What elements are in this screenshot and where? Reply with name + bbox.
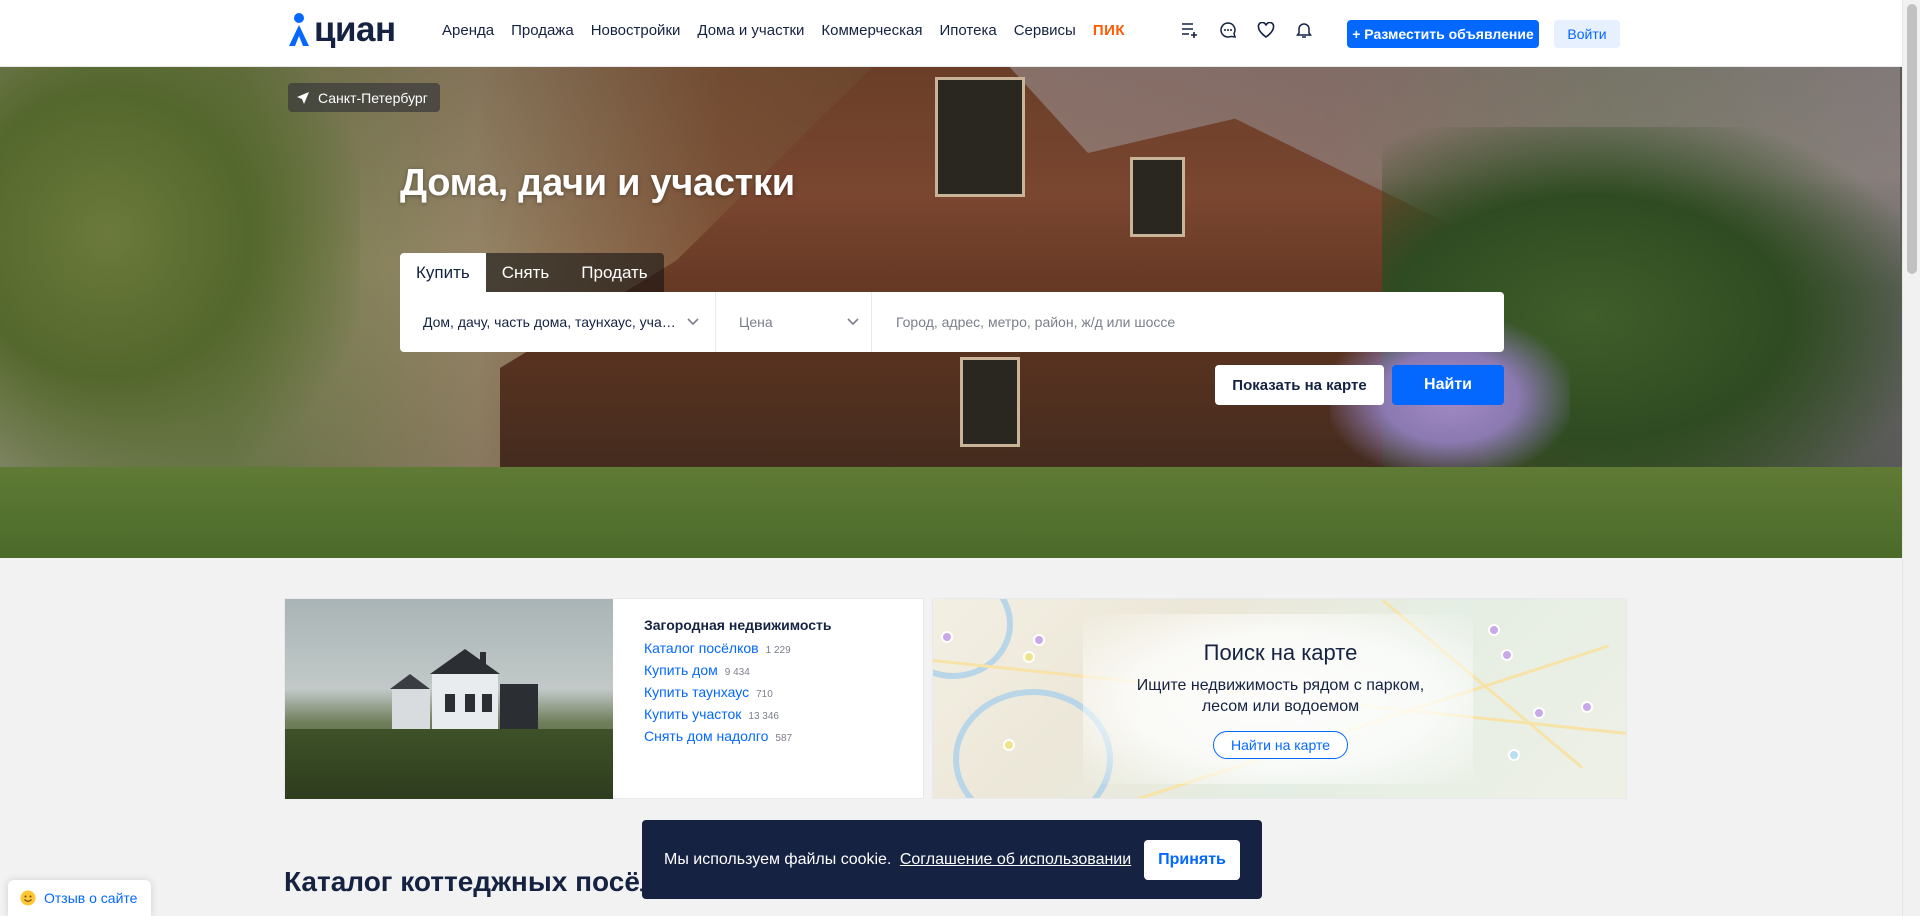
- chevron-down-icon: [687, 318, 699, 326]
- map-marker: [1488, 624, 1500, 636]
- nav-houses[interactable]: Дома и участки: [697, 22, 804, 39]
- list-item: Каталог посёлков 1 229: [644, 640, 832, 656]
- nav-commercial[interactable]: Коммерческая: [821, 22, 922, 39]
- count-badge: 9 434: [724, 667, 750, 678]
- hero-lawn: [0, 467, 1902, 558]
- link-buy-house[interactable]: Купить дом: [644, 662, 718, 678]
- count-badge: 1 229: [765, 645, 791, 656]
- show-on-map-button[interactable]: Показать на карте: [1215, 365, 1384, 405]
- map-desc-line: Ищите недвижимость рядом с парком,: [1136, 677, 1425, 694]
- nav-sale[interactable]: Продажа: [511, 22, 574, 39]
- link-buy-townhouse[interactable]: Купить таунхаус: [644, 684, 749, 700]
- post-ad-button[interactable]: + Разместить объявление: [1347, 20, 1539, 48]
- login-button[interactable]: Войти: [1554, 20, 1620, 48]
- property-type-value: Дом, дачу, часть дома, таунхаус, участок: [423, 314, 678, 330]
- cookie-message: Мы используем файлы cookie.: [664, 850, 892, 868]
- nav-new-buildings[interactable]: Новостройки: [591, 22, 681, 39]
- scroll-thumb[interactable]: [1907, 4, 1917, 274]
- list-item: Снять дом надолго 587: [644, 728, 832, 744]
- logo-text: циан: [314, 10, 396, 49]
- logo-pin-icon: [289, 13, 309, 46]
- hero-window: [1130, 157, 1185, 237]
- country-realty-card: Загородная недвижимость Каталог посёлков…: [284, 598, 924, 799]
- nav-pik[interactable]: ПИК: [1093, 22, 1125, 39]
- feedback-label: Отзыв о сайте: [44, 890, 138, 906]
- map-marker: [1003, 739, 1015, 751]
- price-placeholder: Цена: [739, 314, 773, 330]
- smiley-icon: [20, 890, 36, 906]
- site-header: циан Аренда Продажа Новостройки Дома и у…: [0, 0, 1902, 67]
- cookie-banner: Мы используем файлы cookie. Соглашение о…: [642, 820, 1262, 899]
- country-links: Загородная недвижимость Каталог посёлков…: [644, 617, 832, 750]
- main-nav: Аренда Продажа Новостройки Дома и участк…: [442, 22, 1142, 39]
- chat-icon[interactable]: [1218, 20, 1238, 40]
- link-rent-house[interactable]: Снять дом надолго: [644, 728, 768, 744]
- country-title: Загородная недвижимость: [644, 617, 832, 633]
- hero-trees-left: [0, 67, 360, 487]
- cookie-text: Мы используем файлы cookie. Соглашение о…: [664, 851, 1131, 869]
- list-item: Купить дом 9 434: [644, 662, 832, 678]
- cookie-agreement-link[interactable]: Соглашение об использовании: [900, 851, 1131, 868]
- header-icons: [1180, 20, 1314, 40]
- map-description: Ищите недвижимость рядом с парком, лесом…: [933, 675, 1626, 717]
- grass-field: [285, 729, 613, 799]
- count-badge: 13 346: [748, 711, 779, 722]
- list-item: Купить таунхаус 710: [644, 684, 832, 700]
- city-name: Санкт-Петербург: [318, 89, 428, 106]
- page-title: Дома, дачи и участки: [400, 162, 795, 204]
- link-buy-land[interactable]: Купить участок: [644, 706, 741, 722]
- map-search-card[interactable]: Поиск на карте Ищите недвижимость рядом …: [932, 598, 1627, 799]
- find-button[interactable]: Найти: [1392, 365, 1504, 405]
- property-type-select[interactable]: Дом, дачу, часть дома, таунхаус, участок: [400, 292, 716, 352]
- feedback-button[interactable]: Отзыв о сайте: [8, 880, 152, 916]
- map-marker: [1508, 749, 1520, 761]
- bell-icon[interactable]: [1294, 20, 1314, 40]
- city-selector[interactable]: Санкт-Петербург: [288, 83, 440, 112]
- nav-mortgage[interactable]: Ипотека: [939, 22, 996, 39]
- nav-rent[interactable]: Аренда: [442, 22, 494, 39]
- cookie-accept-button[interactable]: Принять: [1144, 839, 1240, 880]
- find-on-map-button[interactable]: Найти на карте: [1213, 731, 1348, 759]
- tab-buy[interactable]: Купить: [400, 253, 486, 292]
- list-item: Купить участок 13 346: [644, 706, 832, 722]
- page-scrollbar[interactable]: [1902, 0, 1920, 916]
- deal-type-tabs: Купить Снять Продать: [400, 253, 664, 292]
- country-house-image: [285, 599, 613, 799]
- compare-list-icon[interactable]: [1180, 20, 1200, 40]
- tab-rent[interactable]: Снять: [485, 253, 566, 292]
- nav-services[interactable]: Сервисы: [1014, 22, 1076, 39]
- price-select[interactable]: Цена: [716, 292, 872, 352]
- hero-banner: Санкт-Петербург Дома, дачи и участки Куп…: [0, 67, 1902, 558]
- cian-logo[interactable]: циан: [284, 8, 396, 48]
- count-badge: 587: [775, 733, 793, 744]
- heart-icon[interactable]: [1256, 20, 1276, 40]
- hero-window: [960, 357, 1020, 447]
- tab-sell[interactable]: Продать: [565, 253, 664, 292]
- hero-window: [935, 77, 1025, 197]
- search-bar: Дом, дачу, часть дома, таунхаус, участок…: [400, 292, 1504, 352]
- location-arrow-icon: [297, 91, 309, 104]
- address-search-input[interactable]: [872, 292, 1504, 352]
- map-title: Поиск на карте: [1203, 640, 1358, 665]
- chevron-down-icon: [847, 318, 859, 326]
- count-badge: 710: [756, 689, 773, 700]
- map-desc-line: лесом или водоемом: [1201, 698, 1360, 715]
- link-villages-catalog[interactable]: Каталог посёлков: [644, 640, 759, 656]
